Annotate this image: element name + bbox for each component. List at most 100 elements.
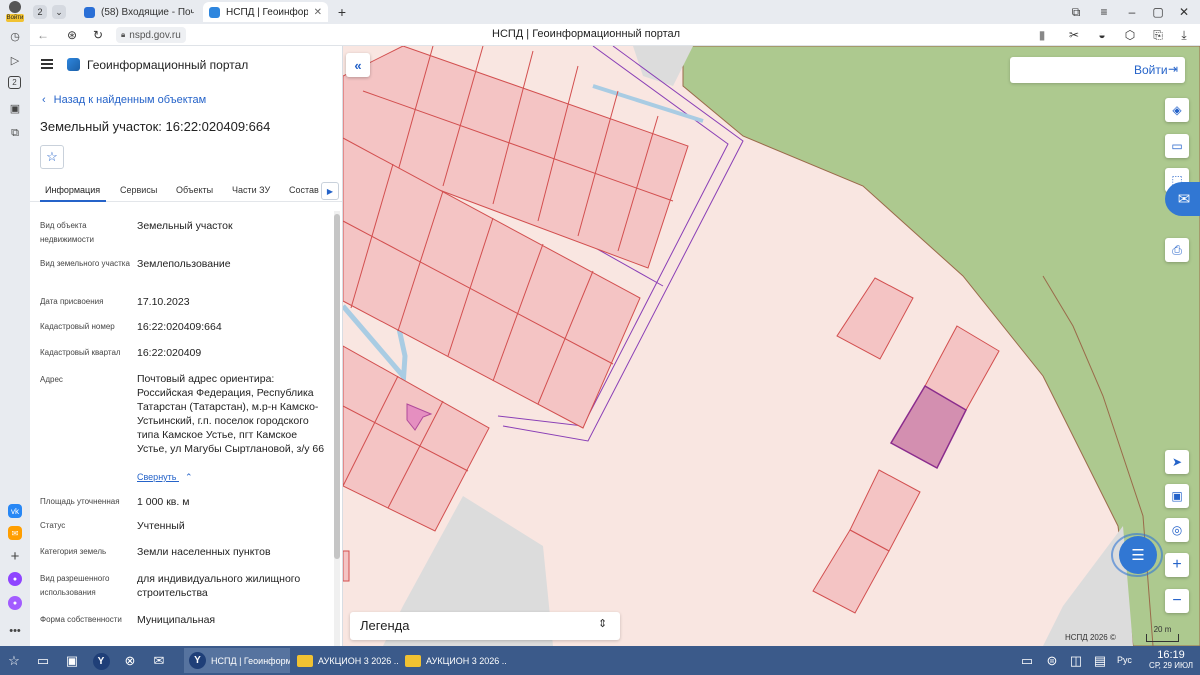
tab-count-badge[interactable]: 2 bbox=[33, 5, 47, 19]
zoom-out-button[interactable]: − bbox=[1165, 589, 1189, 613]
double-chevron-left-icon: « bbox=[354, 57, 362, 73]
battery-icon[interactable]: ▤ bbox=[1090, 651, 1110, 671]
field-label: Площадь уточненная bbox=[40, 497, 120, 506]
file-manager-icon[interactable]: ▣ bbox=[62, 651, 82, 671]
ruler-button[interactable]: ▭ bbox=[1165, 134, 1189, 158]
tab-parcel-parts[interactable]: Части ЗУ bbox=[232, 185, 270, 195]
menu-icon[interactable]: ≡ bbox=[1094, 2, 1114, 22]
close-tab-icon[interactable]: ✕ bbox=[314, 7, 322, 18]
bookmark-manager-icon[interactable]: ⧉ bbox=[1066, 2, 1086, 22]
chevron-up-icon: ⌃ bbox=[185, 472, 193, 482]
portal-title: Геоинформационный портал bbox=[87, 58, 249, 72]
tabs-dropdown-button[interactable]: ⌄ bbox=[52, 5, 66, 19]
collections-icon[interactable]: ⧉ bbox=[6, 124, 24, 142]
tabs-scroll-right-button[interactable]: ▶ bbox=[321, 182, 339, 200]
menu-burger-icon[interactable] bbox=[41, 59, 53, 69]
chat-button[interactable]: ☰ bbox=[1119, 536, 1157, 574]
download-icon[interactable]: ⤓ bbox=[1174, 25, 1194, 45]
object-title: Земельный участок: 16:22:020409:664 bbox=[40, 119, 271, 134]
extensions-icon[interactable]: ⬡ bbox=[1120, 25, 1140, 45]
tab-composition[interactable]: Состав bbox=[289, 185, 319, 195]
monitor-icon[interactable]: ▭ bbox=[1017, 651, 1037, 671]
tab-services[interactable]: Сервисы bbox=[120, 185, 157, 195]
yandex-browser-icon[interactable]: Y bbox=[91, 651, 111, 671]
geolocation-button[interactable]: ◎ bbox=[1165, 518, 1189, 542]
browser-tab-nspd[interactable]: НСПД | Геоинформационный портал ✕ bbox=[203, 2, 328, 22]
shield-icon[interactable]: ⊛ bbox=[62, 25, 82, 45]
yandex-logo-icon: Y bbox=[92, 652, 110, 670]
assistant-icon[interactable]: ● bbox=[8, 596, 22, 610]
parcel[interactable] bbox=[343, 550, 350, 582]
login-link[interactable]: Войти bbox=[1134, 63, 1168, 77]
chevron-updown-icon: ⇕ bbox=[598, 618, 608, 630]
field-value: Земли населенных пунктов bbox=[137, 546, 271, 558]
panel-scrollbar-thumb[interactable] bbox=[334, 214, 340, 559]
history-icon[interactable]: ◷ bbox=[6, 27, 24, 45]
tab-information[interactable]: Информация bbox=[45, 185, 100, 195]
back-arrow-icon[interactable]: ← bbox=[33, 25, 53, 45]
mail-app-icon[interactable]: ✉ bbox=[8, 526, 22, 540]
field-value: 17.10.2023 bbox=[137, 296, 190, 308]
minimize-icon[interactable]: – bbox=[1122, 2, 1142, 22]
alice-icon[interactable]: ● bbox=[8, 572, 22, 586]
extension-icon[interactable]: ✂ bbox=[1064, 25, 1084, 45]
field-label: Кадастровый квартал bbox=[40, 348, 121, 357]
profile-login-label: Войти bbox=[6, 14, 24, 22]
legend-dropdown[interactable]: Легенда ⇕ bbox=[350, 612, 620, 640]
profile-avatar[interactable]: Войти bbox=[6, 1, 24, 23]
support-button[interactable]: ✉ bbox=[1165, 182, 1200, 216]
taskbar-task[interactable]: Y НСПД | Геоинформ... bbox=[184, 648, 290, 673]
field-value: Земельный участок bbox=[137, 220, 233, 232]
password-icon[interactable]: ⎘ bbox=[1148, 25, 1168, 45]
vpn-icon[interactable]: ◒ bbox=[1092, 25, 1112, 45]
os-taskbar: ☆ ▭ ▣ Y ⊗ ✉ Y НСПД | Геоинформ... АУКЦИО… bbox=[0, 646, 1200, 675]
system-clock[interactable]: 16:19 СР, 29 ИЮЛ bbox=[1144, 649, 1198, 670]
map-canvas[interactable] bbox=[343, 46, 1200, 646]
close-window-icon[interactable]: ✕ bbox=[1174, 2, 1194, 22]
browser-tab-mail[interactable]: (58) Входящие - Почта Mail bbox=[78, 2, 200, 22]
minimap-icon: ▣ bbox=[1171, 489, 1183, 503]
url-field[interactable]: 🔒︎ nspd.gov.ru bbox=[116, 27, 186, 43]
pin-icon: ◎ bbox=[1171, 523, 1183, 537]
locate-button[interactable]: ➤ bbox=[1165, 450, 1189, 474]
maximize-icon[interactable]: ▢ bbox=[1148, 2, 1168, 22]
volume-icon[interactable]: ◫ bbox=[1066, 651, 1086, 671]
new-tab-button[interactable]: + bbox=[332, 2, 352, 22]
login-bar[interactable]: Войти ⇥ bbox=[1010, 57, 1185, 83]
reload-icon[interactable]: ↻ bbox=[88, 25, 108, 45]
back-to-results-link[interactable]: ‹ Назад к найденным объектам bbox=[42, 94, 206, 106]
settings-x-icon[interactable]: ⊗ bbox=[120, 651, 140, 671]
scale-label: 20 m bbox=[1153, 625, 1172, 634]
start-star-icon[interactable]: ☆ bbox=[4, 651, 24, 671]
clock-date: СР, 29 ИЮЛ bbox=[1149, 661, 1193, 670]
cadastral-map[interactable]: « Войти ⇥ ◈ ▭ ⬚ ✉ ⎙ ➤ ▣ ◎ + − ☰ Легенда … bbox=[343, 46, 1200, 646]
keyboard-language[interactable]: Рус bbox=[1117, 655, 1132, 665]
zoom-in-button[interactable]: + bbox=[1165, 553, 1189, 577]
layers-button[interactable]: ◈ bbox=[1165, 98, 1189, 122]
desktop-icon[interactable]: ▭ bbox=[33, 651, 53, 671]
collapse-panel-button[interactable]: « bbox=[346, 53, 370, 77]
field-value: Землепользование bbox=[137, 258, 231, 270]
play-icon[interactable]: ▷ bbox=[6, 51, 24, 69]
mail-client-icon[interactable]: ✉ bbox=[149, 651, 169, 671]
collapse-address-link[interactable]: Свернуть ⌃ bbox=[137, 472, 193, 483]
taskbar-task[interactable]: АУКЦИОН 3 2026 ... bbox=[292, 648, 398, 673]
field-value: для индивидуального жилищного строительс… bbox=[137, 573, 301, 599]
more-icon[interactable]: ••• bbox=[6, 622, 24, 640]
tab-group-icon[interactable]: 2 bbox=[8, 76, 21, 89]
field-value: Муниципальная bbox=[137, 614, 216, 626]
minimap-button[interactable]: ▣ bbox=[1165, 484, 1189, 508]
bookmark-icon[interactable]: ▮ bbox=[1032, 25, 1052, 45]
plus-icon: + bbox=[1172, 556, 1182, 573]
network-icon[interactable]: ⊜ bbox=[1042, 651, 1062, 671]
field-value: 1 000 кв. м bbox=[137, 496, 190, 508]
tab-objects[interactable]: Объекты bbox=[176, 185, 213, 195]
screenshot-icon[interactable]: ▣ bbox=[6, 99, 24, 117]
taskbar-task[interactable]: АУКЦИОН 3 2026 ... bbox=[400, 648, 506, 673]
add-panel-icon[interactable]: + bbox=[6, 547, 24, 565]
field-value: 16:22:020409 bbox=[137, 347, 202, 359]
portal-logo-icon bbox=[67, 58, 80, 71]
print-button[interactable]: ⎙ bbox=[1165, 238, 1189, 262]
favorite-button[interactable]: ☆ bbox=[40, 145, 64, 169]
vk-icon[interactable]: vk bbox=[8, 504, 22, 518]
